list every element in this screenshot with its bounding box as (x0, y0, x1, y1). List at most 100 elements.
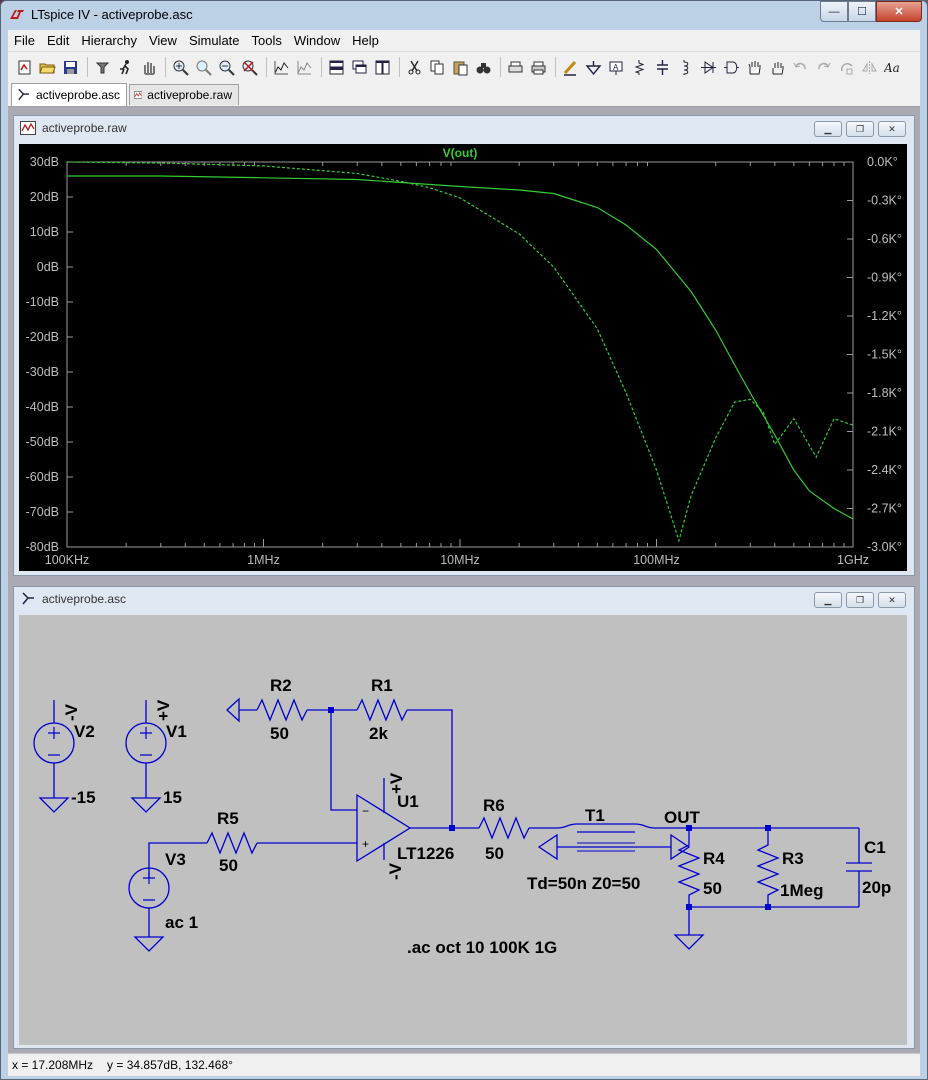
schematic-drawing[interactable]: -V V2 -15 +V V1 15 R2 50 R1 2k +V -V U1 … (19, 615, 907, 1045)
child-restore-button[interactable]: ❐ (846, 592, 874, 608)
title-bar[interactable]: LTspice IV - activeprobe.asc — ☐ ✕ (1, 1, 928, 29)
r4-resistor[interactable] (677, 828, 701, 935)
toolbar-separator (555, 57, 556, 77)
minimize-button[interactable]: — (820, 1, 848, 22)
v1-pin-label: +V (154, 699, 173, 721)
open-icon[interactable] (37, 57, 58, 78)
child-close-button[interactable]: ✕ (878, 121, 906, 137)
run-icon[interactable] (115, 57, 136, 78)
t1-value: Td=50n Z0=50 (527, 874, 640, 893)
schematic-window-controls: ▁ ❐ ✕ (814, 592, 906, 608)
y-right-tick-label: -1.2K° (867, 309, 902, 323)
zoom-cancel-icon[interactable] (239, 57, 260, 78)
y-right-tick-label: -3.0K° (867, 540, 902, 554)
copy-icon[interactable] (427, 57, 448, 78)
find-icon[interactable] (473, 57, 494, 78)
menu-edit[interactable]: Edit (41, 33, 75, 48)
schematic-canvas[interactable]: -V V2 -15 +V V1 15 R2 50 R1 2k +V -V U1 … (19, 615, 907, 1045)
y-right-tick-label: -2.1K° (867, 425, 902, 439)
r6-resistor[interactable] (478, 816, 530, 840)
v3-source[interactable] (128, 867, 170, 952)
r1-resistor[interactable] (356, 698, 408, 722)
wire-icon[interactable] (560, 57, 581, 78)
manual-limits-icon[interactable] (294, 57, 315, 78)
menu-hierarchy[interactable]: Hierarchy (75, 33, 143, 48)
r5-resistor[interactable] (206, 831, 258, 855)
menu-help[interactable]: Help (346, 33, 385, 48)
menu-simulate[interactable]: Simulate (183, 33, 246, 48)
tile-horizontal-icon[interactable] (326, 57, 347, 78)
v1-value: 15 (163, 788, 182, 807)
child-close-button[interactable]: ✕ (878, 592, 906, 608)
inductor-icon[interactable] (675, 57, 696, 78)
mirror-icon[interactable] (859, 57, 880, 78)
r3-resistor[interactable] (756, 828, 780, 907)
y-right-tick-label: 0.0K° (867, 155, 898, 169)
zoom-area-icon[interactable] (193, 57, 214, 78)
cut-icon[interactable] (404, 57, 425, 78)
r4-name: R4 (703, 849, 725, 868)
child-minimize-button[interactable]: ▁ (814, 121, 842, 137)
undo-icon[interactable] (790, 57, 811, 78)
plot-area[interactable]: 100KHz 1MHz 10MHz 100MHz 1GHz 30dB 20dB 10dB 0dB… (19, 144, 907, 571)
redo-icon[interactable] (813, 57, 834, 78)
tab-activeprobe-raw[interactable]: activeprobe.raw (129, 84, 239, 105)
resistor-icon[interactable] (629, 57, 650, 78)
move-icon[interactable] (744, 57, 765, 78)
r2-resistor[interactable] (256, 698, 308, 722)
capacitor-icon[interactable] (652, 57, 673, 78)
y-left-tick-label: -40dB (26, 400, 59, 414)
v2-pin-label: -V (62, 703, 81, 721)
menu-file[interactable]: File (8, 33, 41, 48)
menu-view[interactable]: View (143, 33, 183, 48)
print-icon[interactable] (528, 57, 549, 78)
menu-tools[interactable]: Tools (246, 33, 288, 48)
drag-icon[interactable] (767, 57, 788, 78)
halt-icon[interactable] (138, 57, 159, 78)
plot-frame (66, 161, 854, 548)
rotate-icon[interactable] (836, 57, 857, 78)
autorange-icon[interactable] (271, 57, 292, 78)
tile-vertical-icon[interactable] (372, 57, 393, 78)
child-restore-button[interactable]: ❐ (846, 121, 874, 137)
out-net-label: OUT (664, 808, 701, 827)
c1-value: 20p (862, 878, 891, 897)
waveform-window-controls: ▁ ❐ ✕ (814, 121, 906, 137)
y-left-tick-label: 0dB (37, 260, 59, 274)
window-title: LTspice IV - activeprobe.asc (31, 7, 193, 22)
close-button[interactable]: ✕ (876, 1, 922, 22)
schematic-window-title: activeprobe.asc (42, 592, 127, 606)
u1-part: LT1226 (397, 844, 454, 863)
menu-window[interactable]: Window (288, 33, 346, 48)
waveform-window-titlebar[interactable]: activeprobe.raw ▁ ❐ ✕ (14, 116, 914, 140)
v3-name: V3 (165, 850, 186, 869)
schematic-icon (22, 592, 34, 605)
r1-name: R1 (371, 676, 393, 695)
print-setup-icon[interactable] (505, 57, 526, 78)
component-icon[interactable] (721, 57, 742, 78)
zoom-out-icon[interactable] (216, 57, 237, 78)
bode-plot[interactable]: 100KHz 1MHz 10MHz 100MHz 1GHz 30dB 20dB 10dB 0dB… (19, 144, 907, 571)
child-minimize-button[interactable]: ▁ (814, 592, 842, 608)
u1-vminus-label: -V (386, 862, 405, 880)
zoom-in-icon[interactable] (170, 57, 191, 78)
paste-icon[interactable] (450, 57, 471, 78)
label-icon[interactable]: A (606, 57, 627, 78)
text-icon[interactable]: Aa (882, 57, 903, 78)
diode-icon[interactable] (698, 57, 719, 78)
cascade-icon[interactable] (349, 57, 370, 78)
tab-activeprobe-asc[interactable]: activeprobe.asc (11, 83, 127, 106)
y-left-tick-label: -60dB (26, 470, 59, 484)
y-left-tick-label: -80dB (26, 540, 59, 554)
toolbar: A Aa (8, 52, 920, 82)
waveform-icon (20, 121, 36, 135)
t1-transmission-line[interactable] (537, 823, 691, 861)
control-panel-icon[interactable] (92, 57, 113, 78)
y-right-tick-label: -1.5K° (867, 348, 902, 362)
r4-value: 50 (703, 879, 722, 898)
schematic-window-titlebar[interactable]: activeprobe.asc ▁ ❐ ✕ (14, 587, 914, 611)
ground-icon[interactable] (583, 57, 604, 78)
new-schematic-icon[interactable] (14, 57, 35, 78)
save-icon[interactable] (60, 57, 81, 78)
maximize-button[interactable]: ☐ (848, 1, 876, 22)
